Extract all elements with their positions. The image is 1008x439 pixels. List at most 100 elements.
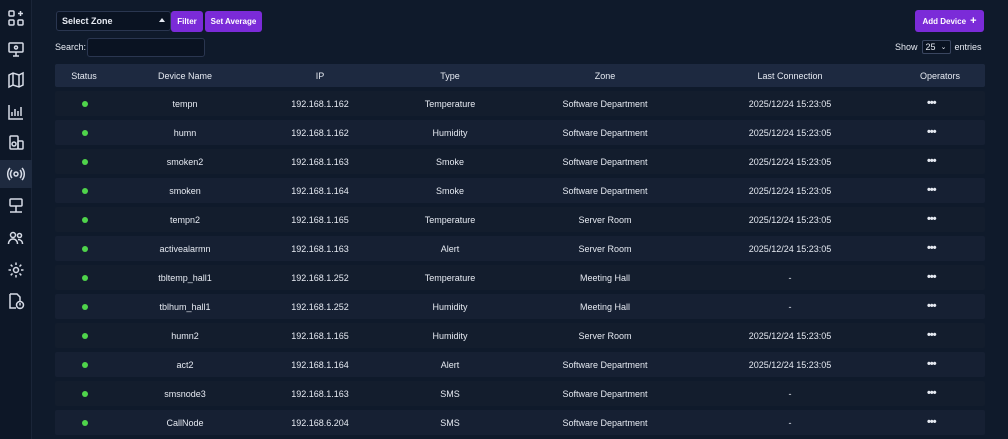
cell-zone: Software Department [562,186,648,196]
set-average-button[interactable]: Set Average [205,11,262,32]
cell-type: Humidity [432,128,468,138]
more-options-icon[interactable]: ••• [927,213,937,225]
entries-suffix: entries [954,42,982,52]
settings-icon[interactable] [0,256,32,284]
chevron-down-icon: ⌄ [940,44,947,51]
cell-zone: Server Room [578,215,632,225]
entries-select[interactable]: 25 ⌄ [921,40,951,54]
more-options-icon[interactable]: ••• [927,300,937,312]
table-row[interactable]: activealarmn 192.168.1.163 Alert Server Roo… [55,236,985,261]
network-icon[interactable] [0,192,32,220]
sidebar [0,0,32,439]
more-options-icon[interactable]: ••• [927,358,937,370]
status-indicator [82,217,88,223]
more-options-icon[interactable]: ••• [927,155,937,167]
caret-up-icon [159,18,165,22]
cell-name: activealarmn [159,244,211,254]
chart-icon[interactable] [0,98,32,126]
entries-control: Show 25 ⌄ entries [895,40,982,54]
cell-ip: 192.168.1.252 [291,273,349,283]
apps-add-icon[interactable] [0,4,32,32]
devices-table: Status Device Name IP Type Zone Last Con… [55,64,985,435]
cell-type: SMS [440,389,460,399]
cell-name: tempn2 [169,215,201,225]
more-options-icon[interactable]: ••• [927,416,937,428]
devices-icon[interactable] [0,129,32,157]
cell-name: CallNode [166,418,204,428]
sensor-icon[interactable] [0,160,32,188]
main-content: Select Zone Filter Set Average Add Devic… [32,0,1008,439]
add-device-label: Add Device [922,16,967,26]
status-indicator [82,420,88,426]
cell-name: tblhum_hall1 [159,302,211,312]
header-status[interactable]: Status [55,71,113,81]
cell-zone: Software Department [562,99,648,109]
map-icon[interactable] [0,66,32,94]
cell-type: Humidity [432,302,468,312]
table-row[interactable]: humn 192.168.1.162 Humidity Software Depart… [55,120,985,145]
cell-name: smoken [169,186,201,196]
table-row[interactable]: smsnode3 192.168.1.163 SMS Software Departm… [55,381,985,406]
more-options-icon[interactable]: ••• [927,329,937,341]
more-options-icon[interactable]: ••• [927,97,937,109]
more-options-icon[interactable]: ••• [927,184,937,196]
cell-last: 2025/12/24 15:23:05 [748,157,832,167]
cell-zone: Server Room [578,244,632,254]
status-indicator [82,391,88,397]
cell-zone: Software Department [562,389,648,399]
monitor-icon[interactable] [0,35,32,63]
cell-type: Alert [440,360,460,370]
table-row[interactable]: CallNode 192.168.6.204 SMS Software Departm… [55,410,985,435]
cell-last: 2025/12/24 15:23:05 [748,331,832,341]
users-icon[interactable] [0,224,32,252]
cell-type: Temperature [424,215,476,225]
cell-last: 2025/12/24 15:23:05 [748,99,832,109]
table-row[interactable]: tempn2 192.168.1.165 Temperature Server Roo… [55,207,985,232]
table-row[interactable]: smoken2 192.168.1.163 Smoke Software Depart… [55,149,985,174]
cell-last: 2025/12/24 15:23:05 [748,215,832,225]
table-row[interactable]: tempn 192.168.1.162 Temperature Software De… [55,91,985,116]
zone-select[interactable]: Select Zone [56,11,171,31]
cell-ip: 192.168.1.163 [291,157,349,167]
status-indicator [82,246,88,252]
header-operators[interactable]: Operators [915,71,965,81]
header-ip[interactable]: IP [300,71,340,81]
table-row[interactable]: act2 192.168.1.164 Alert Software Departmen… [55,352,985,377]
report-icon[interactable] [0,287,32,315]
search-label: Search: [55,42,87,52]
table-row[interactable]: tbltemp_hall1 192.168.1.252 Temperature Mee… [55,265,985,290]
add-device-button[interactable]: Add Device + [915,10,984,32]
table-body: tempn 192.168.1.162 Temperature Software De… [55,91,985,435]
cell-ip: 192.168.1.162 [291,99,349,109]
table-row[interactable]: tblhum_hall1 192.168.1.252 Humidity Meeting… [55,294,985,319]
header-zone[interactable]: Zone [565,71,645,81]
header-last-connection[interactable]: Last Connection [735,71,845,81]
cell-name: humn2 [171,331,199,341]
table-row[interactable]: smoken 192.168.1.164 Smoke Software Departm… [55,178,985,203]
cell-last: - [788,418,792,428]
cell-name: smsnode3 [164,389,206,399]
cell-type: Smoke [435,157,464,167]
cell-last: - [788,302,792,312]
more-options-icon[interactable]: ••• [927,271,937,283]
more-options-icon[interactable]: ••• [927,126,937,138]
status-indicator [82,275,88,281]
cell-ip: 192.168.1.252 [291,302,349,312]
filter-button[interactable]: Filter [171,11,203,32]
cell-ip: 192.168.1.163 [291,244,349,254]
cell-zone: Meeting Hall [579,302,631,312]
cell-type: Smoke [435,186,464,196]
header-device-name[interactable]: Device Name [140,71,230,81]
status-indicator [82,130,88,136]
cell-type: Temperature [424,99,476,109]
header-type[interactable]: Type [420,71,480,81]
cell-type: SMS [440,418,460,428]
cell-last: - [788,389,792,399]
table-header: Status Device Name IP Type Zone Last Con… [55,64,985,87]
table-row[interactable]: humn2 192.168.1.165 Humidity Server Room 202… [55,323,985,348]
more-options-icon[interactable]: ••• [927,387,937,399]
more-options-icon[interactable]: ••• [927,242,937,254]
plus-icon: + [970,15,977,27]
search-input[interactable] [87,38,205,57]
status-indicator [82,159,88,165]
